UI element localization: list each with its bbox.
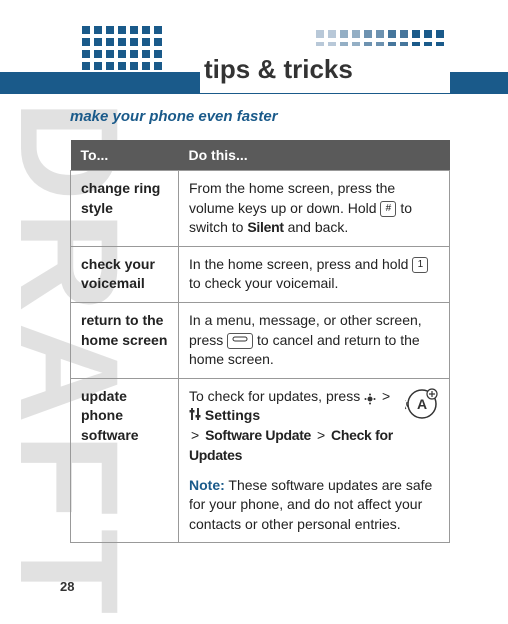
text: From the home screen, press the volume k…	[189, 180, 395, 216]
text: to check your voicemail.	[189, 275, 338, 291]
note-label: Note:	[189, 477, 225, 493]
table-header-row: To... Do this...	[71, 140, 450, 171]
col-header-do: Do this...	[179, 140, 450, 171]
silent-label: Silent	[247, 219, 283, 235]
text: In the home screen, press and hold	[189, 256, 412, 272]
row-to: check your voicemail	[71, 246, 179, 302]
table-row: change ring style From the home screen, …	[71, 171, 450, 247]
separator: >	[191, 426, 199, 446]
center-key-icon	[364, 391, 376, 403]
row-to: change ring style	[71, 171, 179, 247]
text: To check for updates, press	[189, 388, 364, 404]
settings-label: Settings	[205, 407, 260, 423]
table-row: return to the home screen In a menu, mes…	[71, 302, 450, 378]
row-do: From the home screen, press the volume k…	[179, 171, 450, 247]
svg-text:A: A	[417, 396, 427, 412]
dots-left	[82, 26, 172, 86]
col-header-to: To...	[71, 140, 179, 171]
table-row: update phone software A To check for upd…	[71, 378, 450, 543]
tips-table: To... Do this... change ring style From …	[70, 140, 450, 543]
row-do: A To check for updates, press > Settings…	[179, 378, 450, 543]
settings-icon	[189, 407, 201, 427]
one-key-icon: 1	[412, 257, 428, 273]
row-to: update phone software	[71, 378, 179, 543]
software-update-label: Software Update	[205, 427, 311, 443]
text: and back.	[284, 219, 349, 235]
row-to: return to the home screen	[71, 302, 179, 378]
note-text: These software updates are safe for your…	[189, 477, 432, 532]
table-row: check your voicemail In the home screen,…	[71, 246, 450, 302]
hash-key-icon: #	[380, 201, 396, 217]
end-key-icon	[227, 333, 253, 349]
page-title: tips & tricks	[200, 46, 450, 93]
page-number: 28	[60, 579, 74, 594]
page-subtitle: make your phone even faster	[70, 108, 278, 125]
separator: >	[382, 387, 390, 407]
ota-update-icon: A	[405, 387, 439, 427]
row-do: In a menu, message, or other screen, pre…	[179, 302, 450, 378]
row-do: In the home screen, press and hold 1 to …	[179, 246, 450, 302]
separator: >	[317, 426, 325, 446]
